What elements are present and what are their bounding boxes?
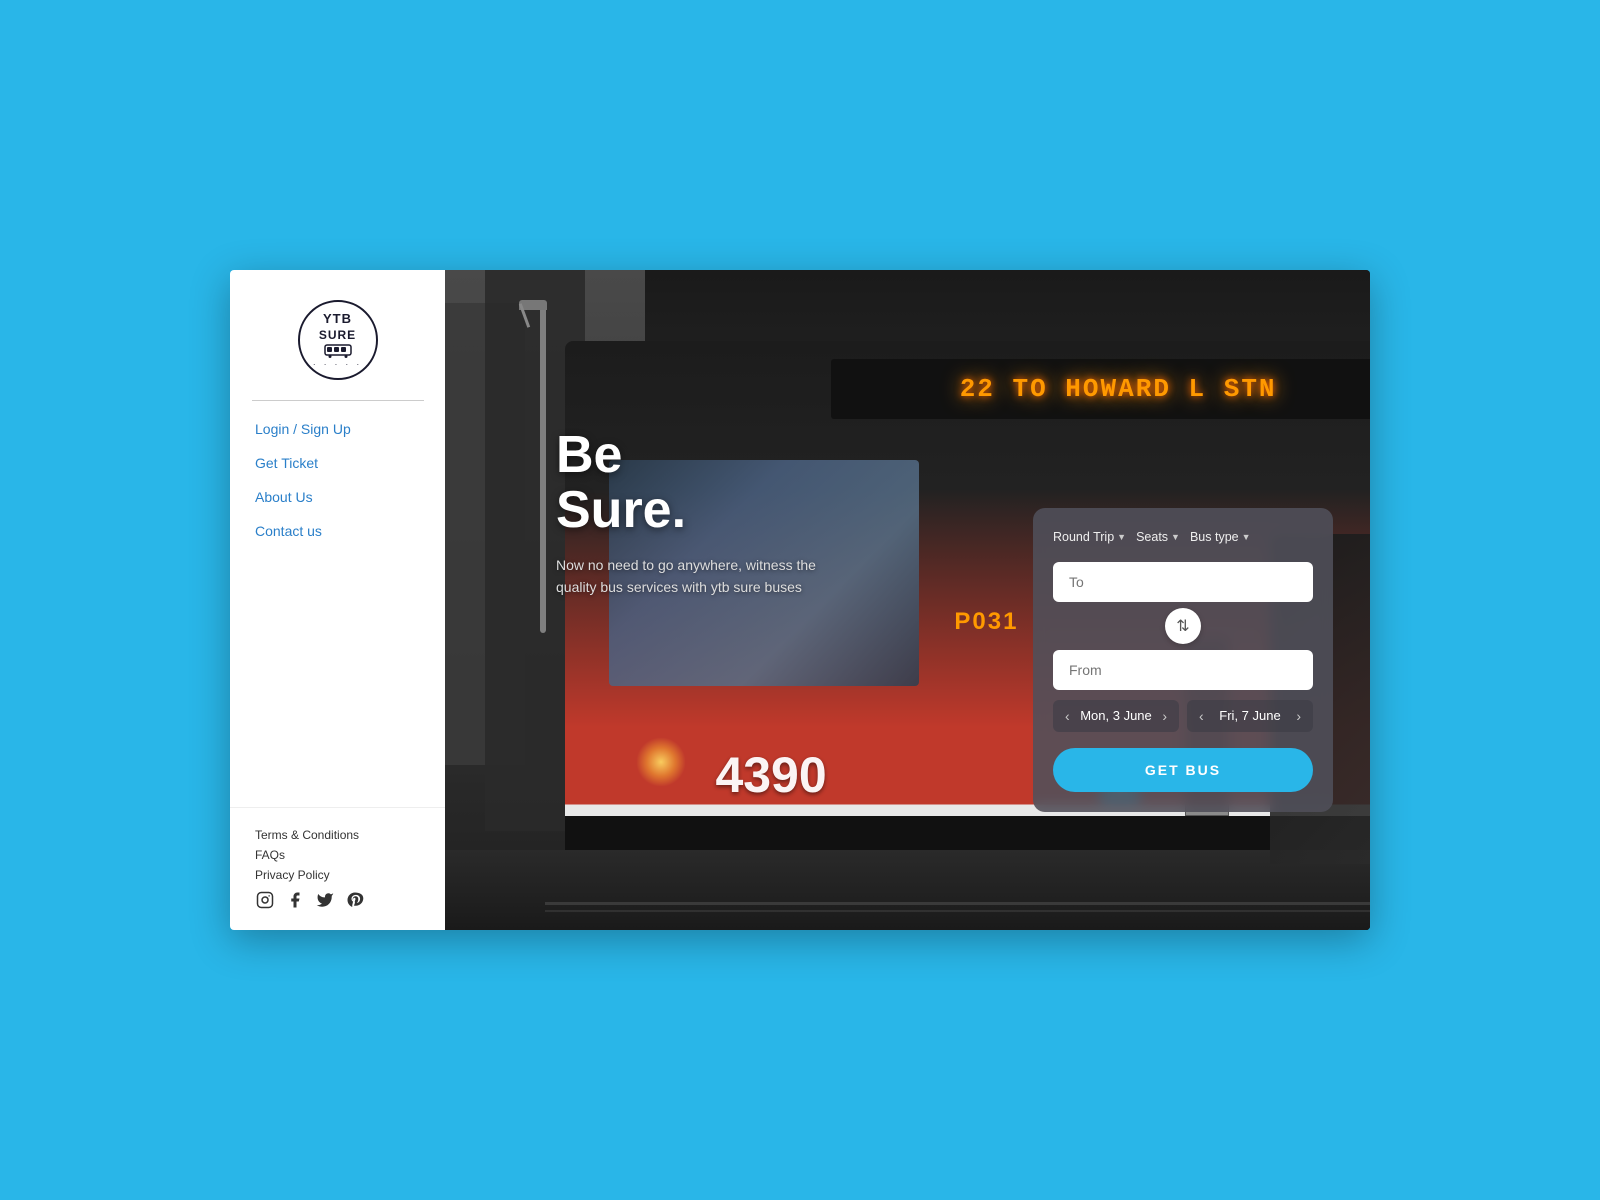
bus-type-filter[interactable]: Bus type ▼ bbox=[1190, 528, 1251, 546]
departure-next-button[interactable]: › bbox=[1160, 708, 1169, 724]
departure-date: Mon, 3 June bbox=[1080, 708, 1152, 723]
to-field-wrapper bbox=[1053, 562, 1313, 602]
date-row: ‹ Mon, 3 June › ‹ Fri, 7 June › bbox=[1053, 700, 1313, 732]
hero-title: Be Sure. bbox=[556, 428, 816, 537]
nav-ticket[interactable]: Get Ticket bbox=[255, 455, 420, 471]
nav-login[interactable]: Login / Sign Up bbox=[255, 421, 420, 437]
departure-prev-button[interactable]: ‹ bbox=[1063, 708, 1072, 724]
sidebar-footer: Terms & Conditions FAQs Privacy Policy bbox=[230, 807, 445, 930]
return-date: Fri, 7 June bbox=[1219, 708, 1280, 723]
return-next-button[interactable]: › bbox=[1294, 708, 1303, 724]
bus-label: P031 bbox=[954, 608, 1018, 636]
search-box: Round Trip ▼ Seats ▼ Bus type ▼ ⇅ bbox=[1033, 508, 1333, 812]
sidebar-nav: Login / Sign Up Get Ticket About Us Cont… bbox=[230, 421, 445, 807]
footer-faqs[interactable]: FAQs bbox=[255, 848, 420, 862]
logo-sure: SURE bbox=[319, 328, 356, 342]
to-input[interactable] bbox=[1053, 562, 1313, 602]
get-bus-button[interactable]: GET BUS bbox=[1053, 748, 1313, 792]
app-wrapper: YTB SURE · · · · · Login / Sign Up Get T… bbox=[230, 270, 1370, 930]
logo-area: YTB SURE · · · · · bbox=[230, 270, 445, 400]
sidebar: YTB SURE · · · · · Login / Sign Up Get T… bbox=[230, 270, 445, 930]
social-icons bbox=[255, 890, 420, 910]
nav-about[interactable]: About Us bbox=[255, 489, 420, 505]
sidebar-divider bbox=[252, 400, 424, 401]
departure-date-picker: ‹ Mon, 3 June › bbox=[1053, 700, 1179, 732]
hero-text: Be Sure. Now no need to go anywhere, wit… bbox=[556, 428, 816, 598]
round-trip-filter[interactable]: Round Trip ▼ bbox=[1053, 528, 1126, 546]
from-field-wrapper bbox=[1053, 650, 1313, 690]
seats-filter[interactable]: Seats ▼ bbox=[1136, 528, 1180, 546]
swap-button[interactable]: ⇅ bbox=[1165, 608, 1201, 644]
return-date-picker: ‹ Fri, 7 June › bbox=[1187, 700, 1313, 732]
instagram-icon[interactable] bbox=[255, 890, 275, 910]
logo-bus-icon bbox=[324, 344, 352, 358]
route-sign-text: 22 TO HOWARD L STN bbox=[960, 374, 1277, 404]
nav-contact[interactable]: Contact us bbox=[255, 523, 420, 539]
swap-icon: ⇅ bbox=[1176, 616, 1189, 636]
twitter-icon[interactable] bbox=[315, 890, 335, 910]
facebook-icon[interactable] bbox=[285, 890, 305, 910]
footer-privacy[interactable]: Privacy Policy bbox=[255, 868, 420, 882]
footer-terms[interactable]: Terms & Conditions bbox=[255, 828, 420, 842]
logo-dots: · · · · · bbox=[313, 360, 362, 369]
logo-ytb: YTB bbox=[323, 311, 352, 326]
from-input[interactable] bbox=[1053, 650, 1313, 690]
bus-number: 4390 bbox=[715, 746, 826, 804]
return-prev-button[interactable]: ‹ bbox=[1197, 708, 1206, 724]
pinterest-icon[interactable] bbox=[345, 890, 365, 910]
search-filters: Round Trip ▼ Seats ▼ Bus type ▼ bbox=[1053, 528, 1313, 546]
hero-subtitle: Now no need to go anywhere, witness the … bbox=[556, 554, 816, 599]
main-content: 22 TO HOWARD L STN 4390 P031 bbox=[445, 270, 1370, 930]
logo-circle: YTB SURE · · · · · bbox=[298, 300, 378, 380]
